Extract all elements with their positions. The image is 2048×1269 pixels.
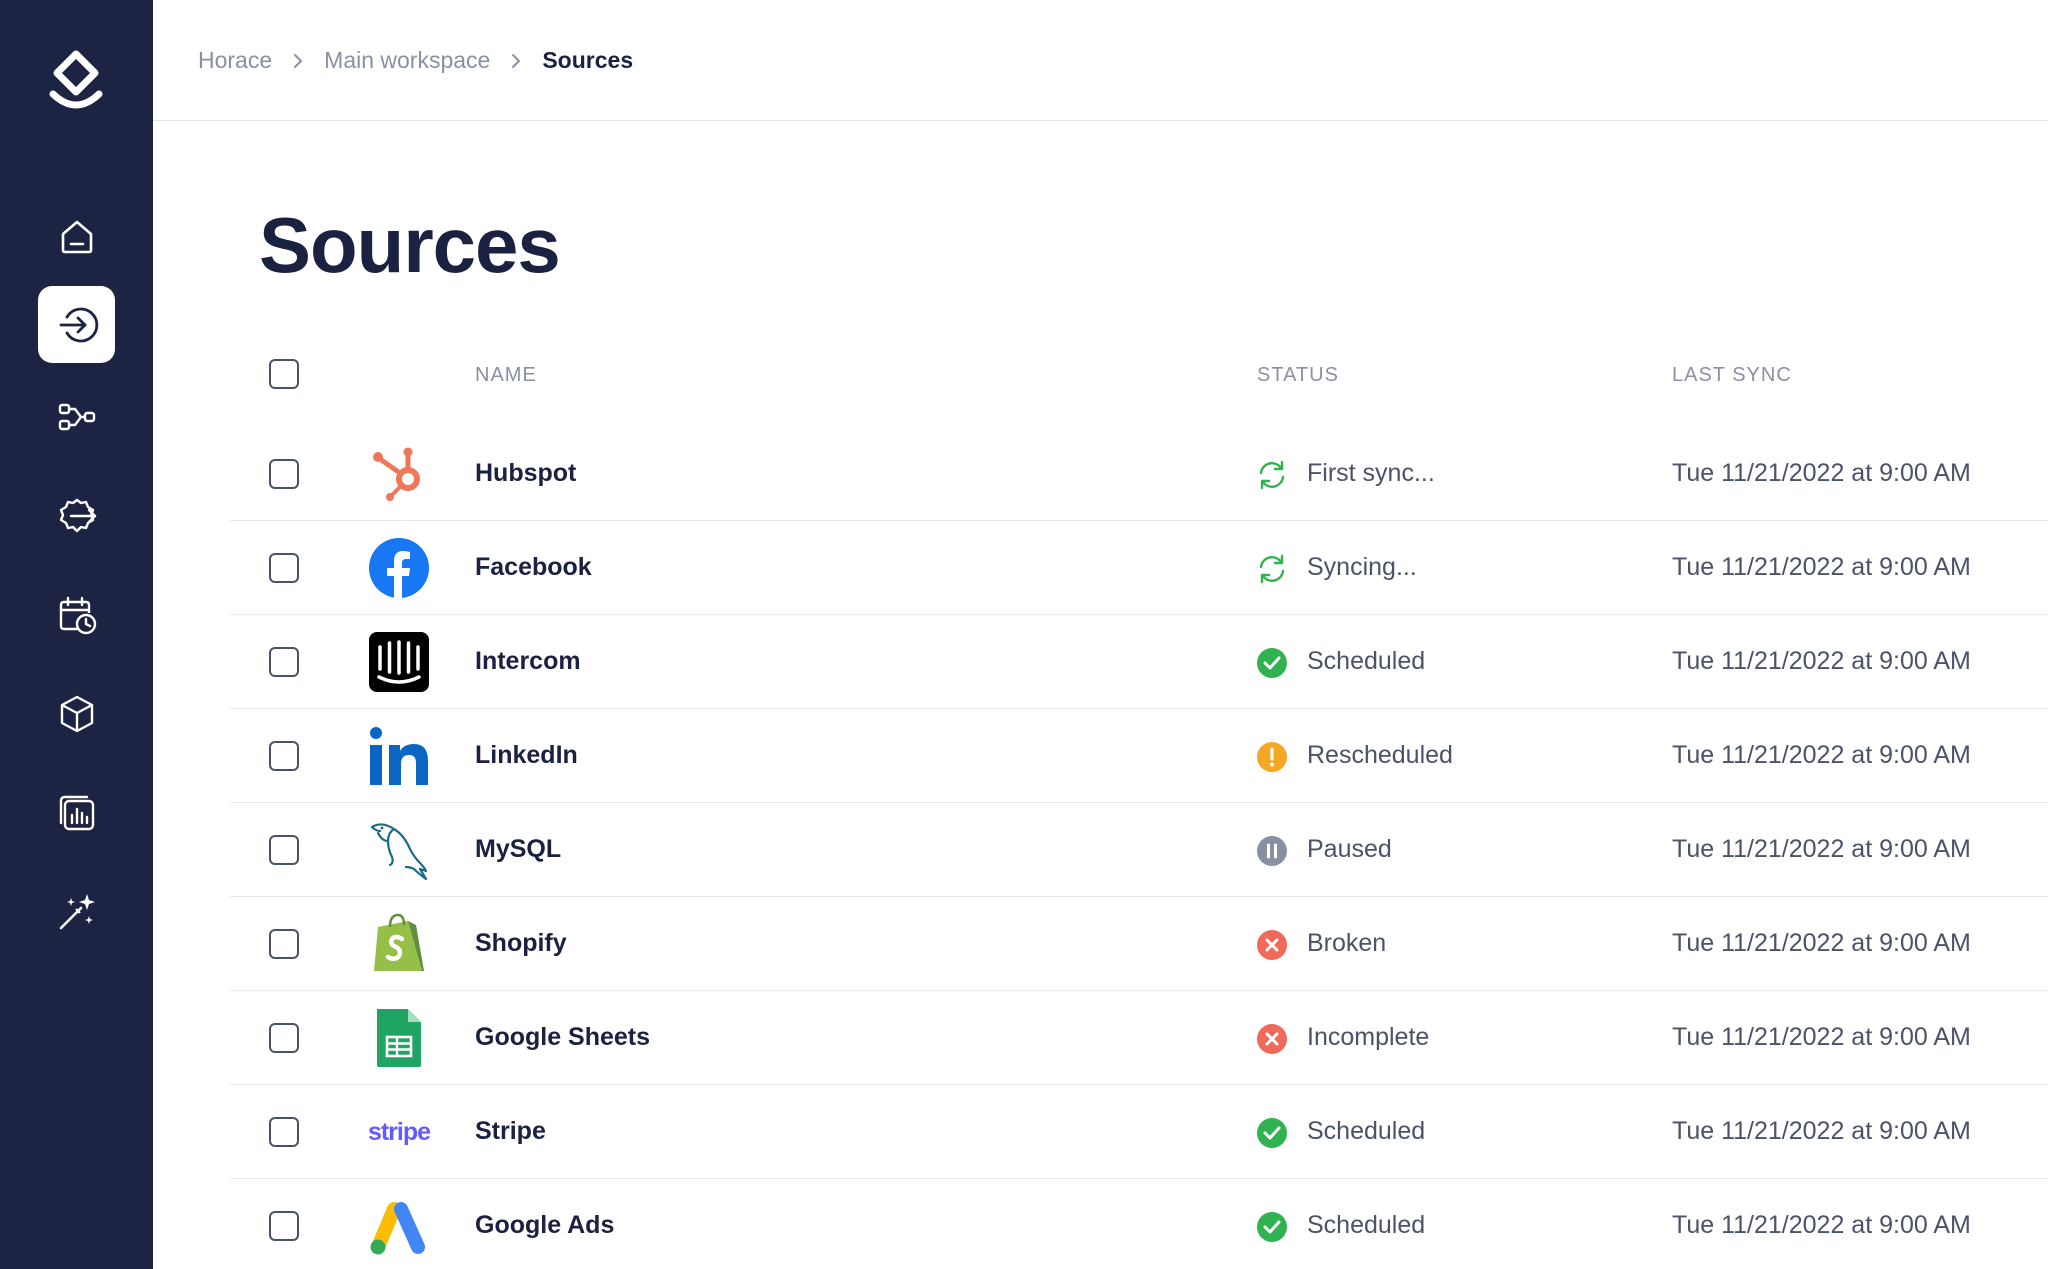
facebook-logo xyxy=(368,537,430,599)
status-text: Scheduled xyxy=(1307,647,1426,675)
sync-icon xyxy=(1259,460,1285,490)
last-sync-text: Tue 11/21/2022 at 9:00 AM xyxy=(1672,741,1971,769)
source-name[interactable]: Facebook xyxy=(475,553,592,582)
chevron-right-icon xyxy=(512,53,521,68)
check-circle-icon xyxy=(1257,1212,1287,1242)
status-text: Broken xyxy=(1307,929,1387,957)
warning-circle-icon xyxy=(1257,742,1287,772)
sign-in-arrow-icon xyxy=(59,307,98,342)
hubspot-logo xyxy=(368,443,430,505)
status-text: Paused xyxy=(1307,835,1392,863)
source-name[interactable]: Shopify xyxy=(475,929,567,958)
nav-home[interactable] xyxy=(38,197,115,274)
status-text: Incomplete xyxy=(1307,1023,1430,1051)
breadcrumb-sources: Sources xyxy=(542,47,634,73)
breadcrumb-main-workspace[interactable]: Main workspace xyxy=(324,47,490,74)
last-sync-text: Tue 11/21/2022 at 9:00 AM xyxy=(1672,459,1971,487)
table-row[interactable]: MySQL Paused Tue 11/21/2022 at 9:00 AM xyxy=(230,803,2048,897)
source-name[interactable]: LinkedIn xyxy=(475,741,578,770)
intercom-logo xyxy=(368,631,430,693)
source-name[interactable]: Google Ads xyxy=(475,1211,614,1240)
magic-wand-icon xyxy=(59,893,95,929)
nav-sources[interactable] xyxy=(38,286,115,363)
row-checkbox[interactable] xyxy=(269,1117,299,1147)
column-header-name[interactable]: NAME xyxy=(475,364,537,387)
last-sync-text: Tue 11/21/2022 at 9:00 AM xyxy=(1672,1211,1971,1239)
table-row[interactable]: Google Sheets Incomplete Tue 11/21/2022 … xyxy=(230,991,2048,1085)
row-checkbox[interactable] xyxy=(269,741,299,771)
source-name[interactable]: MySQL xyxy=(475,835,561,864)
gear-export-icon xyxy=(59,498,96,532)
calendar-clock-icon xyxy=(59,596,96,634)
table-row[interactable]: stripe Stripe Scheduled Tue 11/21/2022 a… xyxy=(230,1085,2048,1179)
table-row[interactable]: Google Ads Scheduled Tue 11/21/2022 at 9… xyxy=(230,1179,2048,1269)
last-sync-text: Tue 11/21/2022 at 9:00 AM xyxy=(1672,553,1971,581)
status-text: First sync... xyxy=(1307,459,1435,487)
row-checkbox[interactable] xyxy=(269,929,299,959)
source-name[interactable]: Google Sheets xyxy=(475,1023,650,1052)
linkedin-logo xyxy=(368,725,430,787)
chart-stack-icon xyxy=(59,795,94,830)
source-name[interactable]: Hubspot xyxy=(475,459,576,488)
error-circle-icon xyxy=(1257,1024,1287,1054)
shopify-logo xyxy=(368,913,430,975)
sync-icon xyxy=(1259,554,1285,584)
google-ads-logo xyxy=(368,1195,430,1257)
flow-icon xyxy=(58,403,95,430)
top-bar: Horace Main workspace Sources xyxy=(153,0,2048,121)
table-row[interactable]: LinkedIn Rescheduled Tue 11/21/2022 at 9… xyxy=(230,709,2048,803)
mysql-logo xyxy=(368,819,430,881)
status-text: Rescheduled xyxy=(1307,741,1453,769)
status-text: Scheduled xyxy=(1307,1211,1426,1239)
select-all-checkbox[interactable] xyxy=(269,359,299,389)
stripe-wordmark: stripe xyxy=(367,1117,431,1146)
page-title: Sources xyxy=(259,201,561,289)
table-row[interactable]: Shopify Broken Tue 11/21/2022 at 9:00 AM xyxy=(230,897,2048,991)
row-checkbox[interactable] xyxy=(269,647,299,677)
error-circle-icon xyxy=(1257,930,1287,960)
table-row[interactable]: Facebook Syncing... Tue 11/21/2022 at 9:… xyxy=(230,521,2048,615)
row-checkbox[interactable] xyxy=(269,835,299,865)
column-header-last-sync[interactable]: LAST SYNC xyxy=(1672,364,1792,387)
column-header-status[interactable]: STATUS xyxy=(1257,364,1339,387)
last-sync-text: Tue 11/21/2022 at 9:00 AM xyxy=(1672,1117,1971,1145)
table-row[interactable]: Intercom Scheduled Tue 11/21/2022 at 9:0… xyxy=(230,615,2048,709)
last-sync-text: Tue 11/21/2022 at 9:00 AM xyxy=(1672,647,1971,675)
row-checkbox[interactable] xyxy=(269,459,299,489)
status-text: Syncing... xyxy=(1307,553,1417,581)
row-checkbox[interactable] xyxy=(269,553,299,583)
stripe-logo: stripe xyxy=(367,1101,431,1163)
breadcrumb-horace[interactable]: Horace xyxy=(198,47,272,74)
last-sync-text: Tue 11/21/2022 at 9:00 AM xyxy=(1672,835,1971,863)
sidebar xyxy=(0,0,153,1269)
nav-schedules[interactable] xyxy=(38,576,115,653)
table-row[interactable]: Hubspot First sync... Tue 11/21/2022 at … xyxy=(230,427,2048,521)
nav-magic[interactable] xyxy=(38,873,115,950)
cube-icon xyxy=(60,695,93,732)
check-circle-icon xyxy=(1257,1118,1287,1148)
row-checkbox[interactable] xyxy=(269,1023,299,1053)
nav-models[interactable] xyxy=(38,675,115,752)
horace-logo-icon[interactable] xyxy=(45,50,107,120)
nav-reports[interactable] xyxy=(38,774,115,851)
nav-pipelines[interactable] xyxy=(38,378,115,455)
google-sheets-logo xyxy=(368,1007,430,1069)
last-sync-text: Tue 11/21/2022 at 9:00 AM xyxy=(1672,1023,1971,1051)
nav-settings[interactable] xyxy=(38,477,115,554)
last-sync-text: Tue 11/21/2022 at 9:00 AM xyxy=(1672,929,1971,957)
status-text: Scheduled xyxy=(1307,1117,1426,1145)
home-icon xyxy=(61,220,92,253)
source-name[interactable]: Stripe xyxy=(475,1117,546,1146)
chevron-right-icon xyxy=(294,53,303,68)
breadcrumb: Horace Main workspace Sources xyxy=(198,47,633,74)
row-checkbox[interactable] xyxy=(269,1211,299,1241)
source-name[interactable]: Intercom xyxy=(475,647,581,676)
check-circle-icon xyxy=(1257,648,1287,678)
pause-circle-icon xyxy=(1257,836,1287,866)
